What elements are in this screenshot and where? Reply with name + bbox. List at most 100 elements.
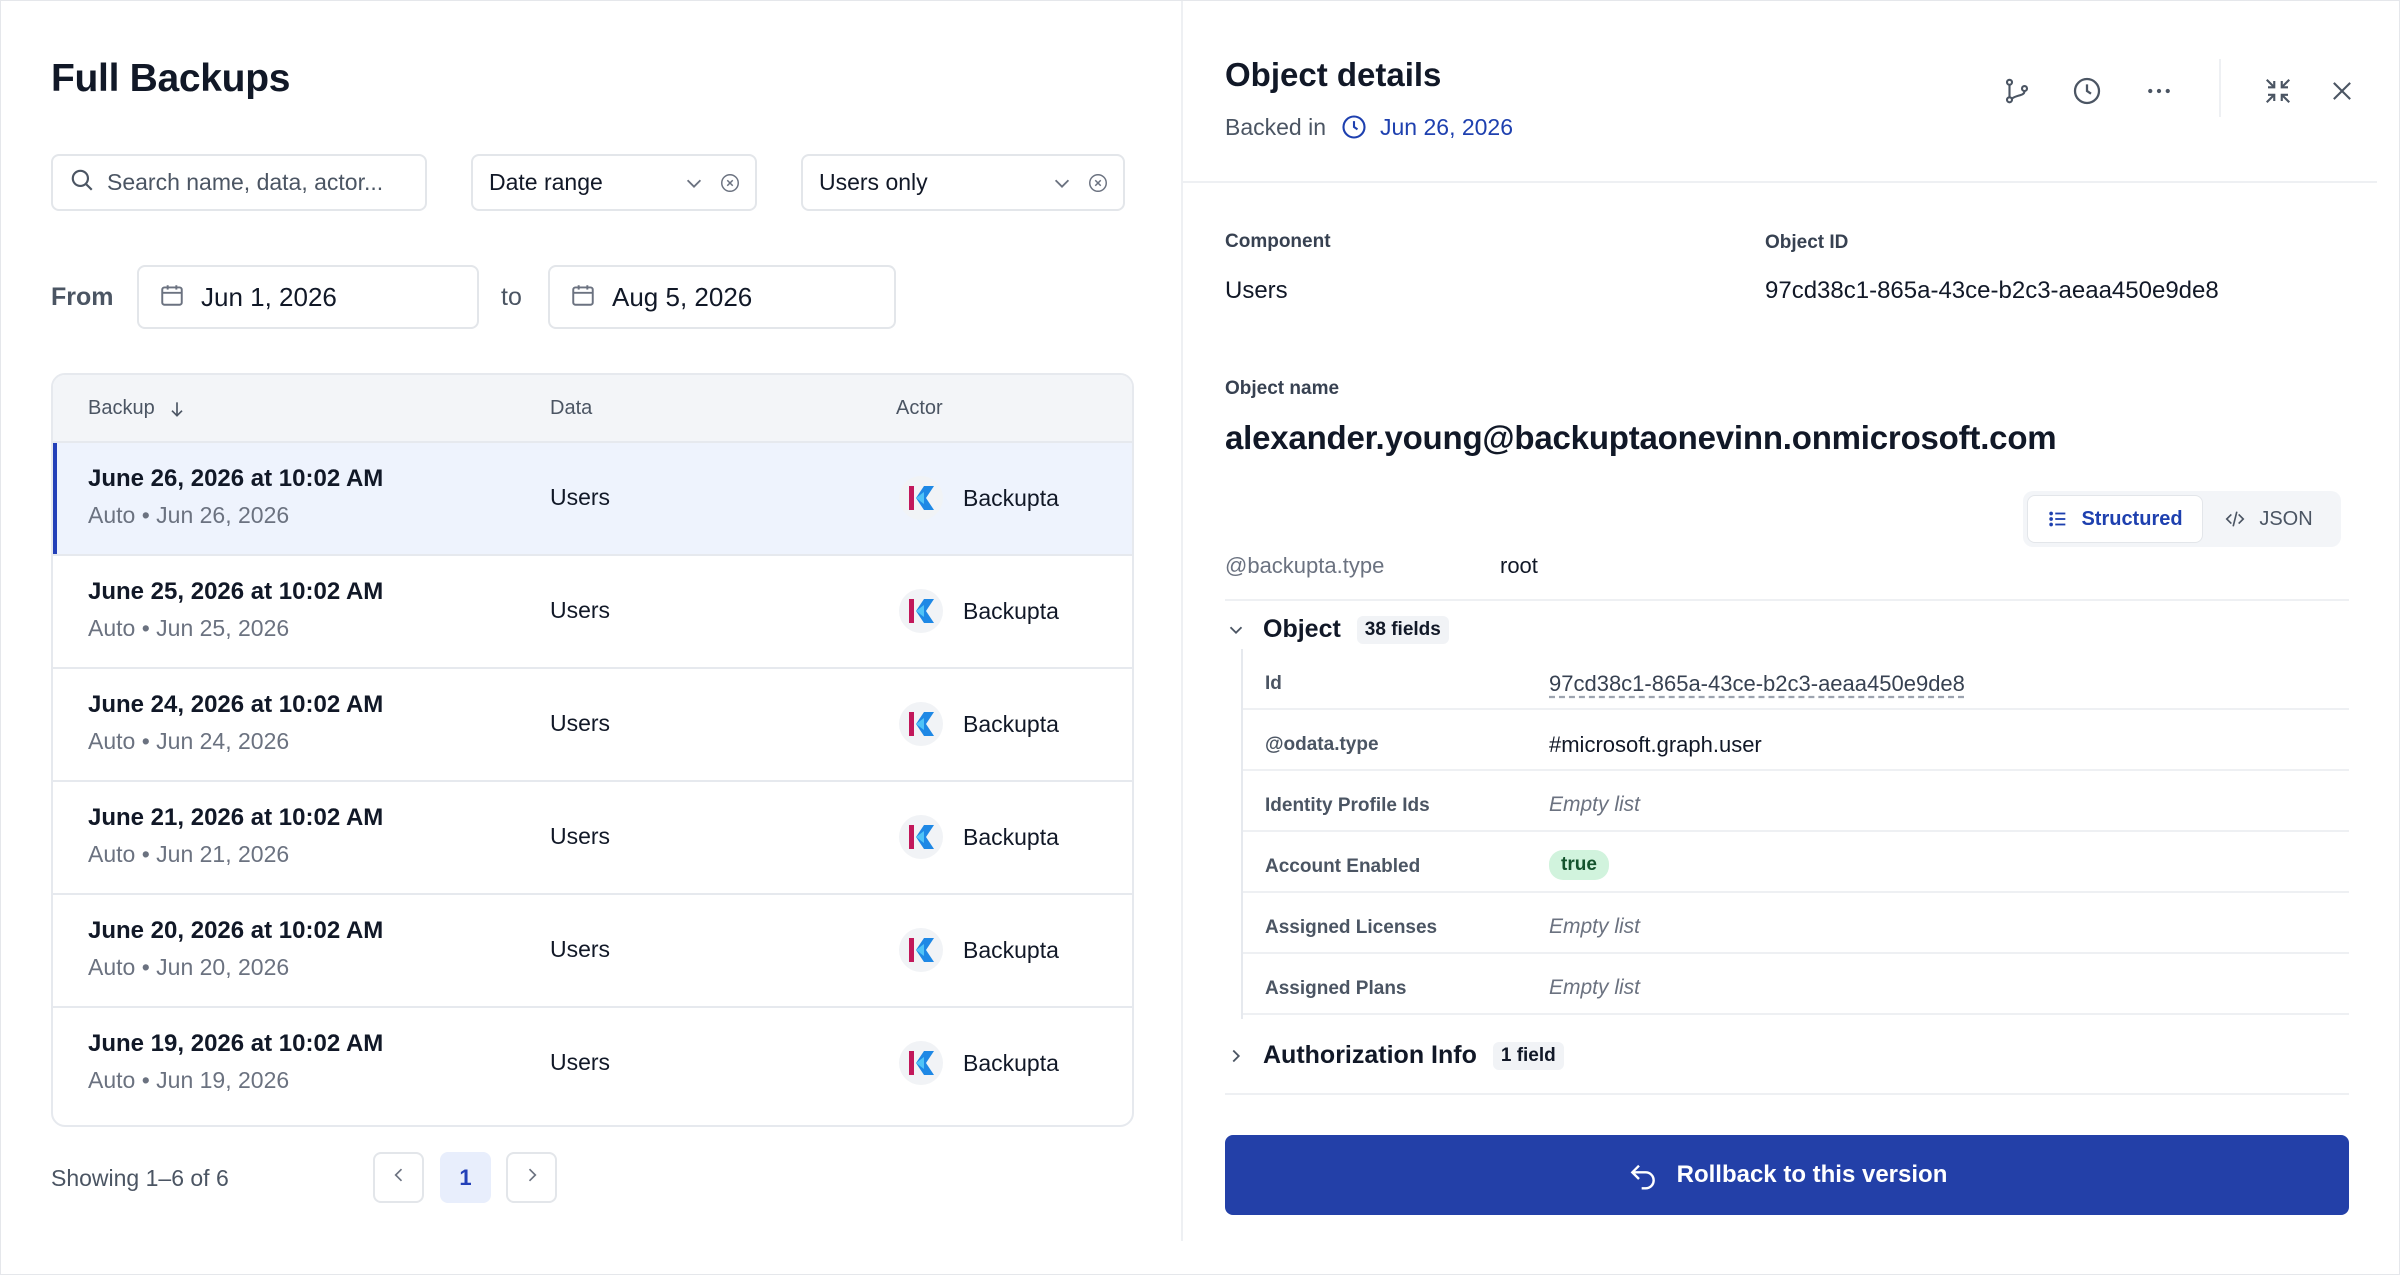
backupta-logo [899, 589, 943, 633]
rollback-label: Rollback to this version [1676, 1161, 1948, 1188]
backed-in: Backed in Jun 26, 2026 [1225, 113, 1513, 141]
table-row[interactable]: June 24, 2026 at 10:02 AM Auto • Jun 24, … [53, 669, 1132, 782]
field-key: Account Enabled [1265, 856, 1421, 877]
collapse-icon[interactable] [2254, 67, 2302, 115]
backup-title: June 21, 2026 at 10:02 AM [88, 804, 384, 831]
field-value: Empty list [1549, 915, 1641, 938]
backup-subtitle: Auto • Jun 19, 2026 [88, 1067, 290, 1093]
search-placeholder: Search name, data, actor... [107, 169, 384, 195]
sort-down-icon [167, 399, 187, 419]
backup-actor: Backupta [899, 476, 1059, 520]
backup-actor: Backupta [899, 702, 1059, 746]
column-backup-label: Backup [88, 397, 155, 419]
field-key: Id [1265, 673, 1282, 694]
backup-data: Users [550, 484, 611, 510]
object-name-value: alexander.young@backuptaonevinn.onmicros… [1225, 419, 2057, 456]
structured-view-button[interactable]: Structured [2027, 495, 2203, 543]
close-icon[interactable] [2318, 67, 2366, 115]
object-name-label: Object name [1225, 378, 1340, 399]
json-view-button[interactable]: JSON [2203, 495, 2333, 543]
field-value: Empty list [1549, 793, 1641, 816]
header-separator [1183, 181, 2377, 183]
auth-section-name: Authorization Info [1263, 1041, 1477, 1069]
object-id-value: 97cd38c1-865a-43ce-b2c3-aeaa450e9de8 [1765, 277, 2219, 304]
backups-table: Backup Data Actor June 26, 2026 at 10:02… [51, 373, 1134, 1127]
clear-icon[interactable] [1087, 172, 1109, 194]
auth-section-toggle[interactable]: Authorization Info 1 field [1225, 1041, 1564, 1070]
field-row-assigned-licenses: Assigned Licenses Empty list [1243, 893, 2349, 954]
backup-subtitle: Auto • Jun 26, 2026 [88, 502, 290, 528]
backupta-logo [899, 1041, 943, 1085]
pagination-summary: Showing 1–6 of 6 [51, 1165, 229, 1191]
field-row-odata-type: @odata.type #microsoft.graph.user [1243, 710, 2349, 771]
backed-in-label: Backed in [1225, 113, 1327, 140]
object-section-toggle[interactable]: Object 38 fields [1225, 615, 1449, 644]
users-filter-label: Users only [819, 169, 928, 195]
actor-name: Backupta [963, 936, 1059, 963]
backup-title: June 24, 2026 at 10:02 AM [88, 691, 384, 718]
field-key: @odata.type [1265, 734, 1379, 755]
backup-subtitle: Auto • Jun 20, 2026 [88, 954, 290, 980]
backup-subtitle: Auto • Jun 25, 2026 [88, 615, 290, 641]
backup-data: Users [550, 1049, 611, 1075]
to-label: to [501, 283, 522, 311]
actor-name: Backupta [963, 1049, 1059, 1076]
json-label: JSON [2259, 507, 2313, 530]
page-1-button[interactable]: 1 [440, 1152, 491, 1203]
backup-title: June 19, 2026 at 10:02 AM [88, 1030, 384, 1057]
chevron-down-icon [683, 172, 705, 194]
more-icon[interactable] [2135, 67, 2183, 115]
clear-icon[interactable] [719, 172, 741, 194]
date-range-dropdown[interactable]: Date range [471, 154, 757, 211]
backupta-logo [899, 928, 943, 972]
backed-in-date: Jun 26, 2026 [1380, 113, 1514, 140]
column-actor: Actor [896, 397, 943, 419]
backup-data: Users [550, 597, 611, 623]
history-icon[interactable] [2063, 67, 2111, 115]
next-page-button[interactable] [506, 1152, 557, 1203]
backup-actor: Backupta [899, 1041, 1059, 1085]
table-row[interactable]: June 20, 2026 at 10:02 AM Auto • Jun 20, … [53, 895, 1132, 1008]
table-row[interactable]: June 21, 2026 at 10:02 AM Auto • Jun 21, … [53, 782, 1132, 895]
backupta-logo [899, 476, 943, 520]
branch-icon[interactable] [1993, 67, 2041, 115]
backup-data: Users [550, 823, 611, 849]
auth-field-count: 1 field [1492, 1041, 1564, 1070]
search-input[interactable]: Search name, data, actor... [51, 154, 427, 211]
view-toggle: Structured JSON [2023, 491, 2341, 547]
object-field-count: 38 fields [1356, 615, 1449, 644]
table-row[interactable]: June 19, 2026 at 10:02 AM Auto • Jun 19, … [53, 1008, 1132, 1121]
column-backup[interactable]: Backup [88, 397, 187, 420]
actor-name: Backupta [963, 597, 1059, 624]
app-window: Full Backups Search name, data, actor...… [0, 0, 2400, 1275]
backup-subtitle: Auto • Jun 21, 2026 [88, 841, 290, 867]
table-row[interactable]: June 26, 2026 at 10:02 AM Auto • Jun 26, … [53, 443, 1132, 556]
field-value-link[interactable]: 97cd38c1-865a-43ce-b2c3-aeaa450e9de8 [1549, 671, 1965, 697]
actor-name: Backupta [963, 823, 1059, 850]
list-icon [2047, 508, 2069, 530]
backup-subtitle: Auto • Jun 24, 2026 [88, 728, 290, 754]
code-icon [2223, 508, 2247, 530]
field-key: Identity Profile Ids [1265, 795, 1430, 816]
to-date-input[interactable]: Aug 5, 2026 [548, 265, 896, 329]
prev-page-button[interactable] [373, 1152, 424, 1203]
table-row[interactable]: June 25, 2026 at 10:02 AM Auto • Jun 25, … [53, 556, 1132, 669]
actor-name: Backupta [963, 710, 1059, 737]
component-value: Users [1225, 277, 1288, 304]
object-section-name: Object [1263, 615, 1341, 643]
from-date-input[interactable]: Jun 1, 2026 [137, 265, 479, 329]
users-filter-dropdown[interactable]: Users only [801, 154, 1125, 211]
backupta-logo [899, 815, 943, 859]
object-id-label: Object ID [1765, 232, 1849, 253]
from-label: From [51, 283, 114, 311]
chevron-left-icon [389, 1165, 409, 1190]
backup-data: Users [550, 710, 611, 736]
backup-title: June 25, 2026 at 10:02 AM [88, 578, 384, 605]
rollback-button[interactable]: Rollback to this version [1225, 1135, 2349, 1215]
column-data: Data [550, 397, 593, 419]
backup-data: Users [550, 936, 611, 962]
field-key: Assigned Licenses [1265, 917, 1438, 938]
section-divider [1225, 1093, 2349, 1095]
field-key: Assigned Plans [1265, 978, 1407, 999]
true-badge: true [1549, 850, 1609, 880]
